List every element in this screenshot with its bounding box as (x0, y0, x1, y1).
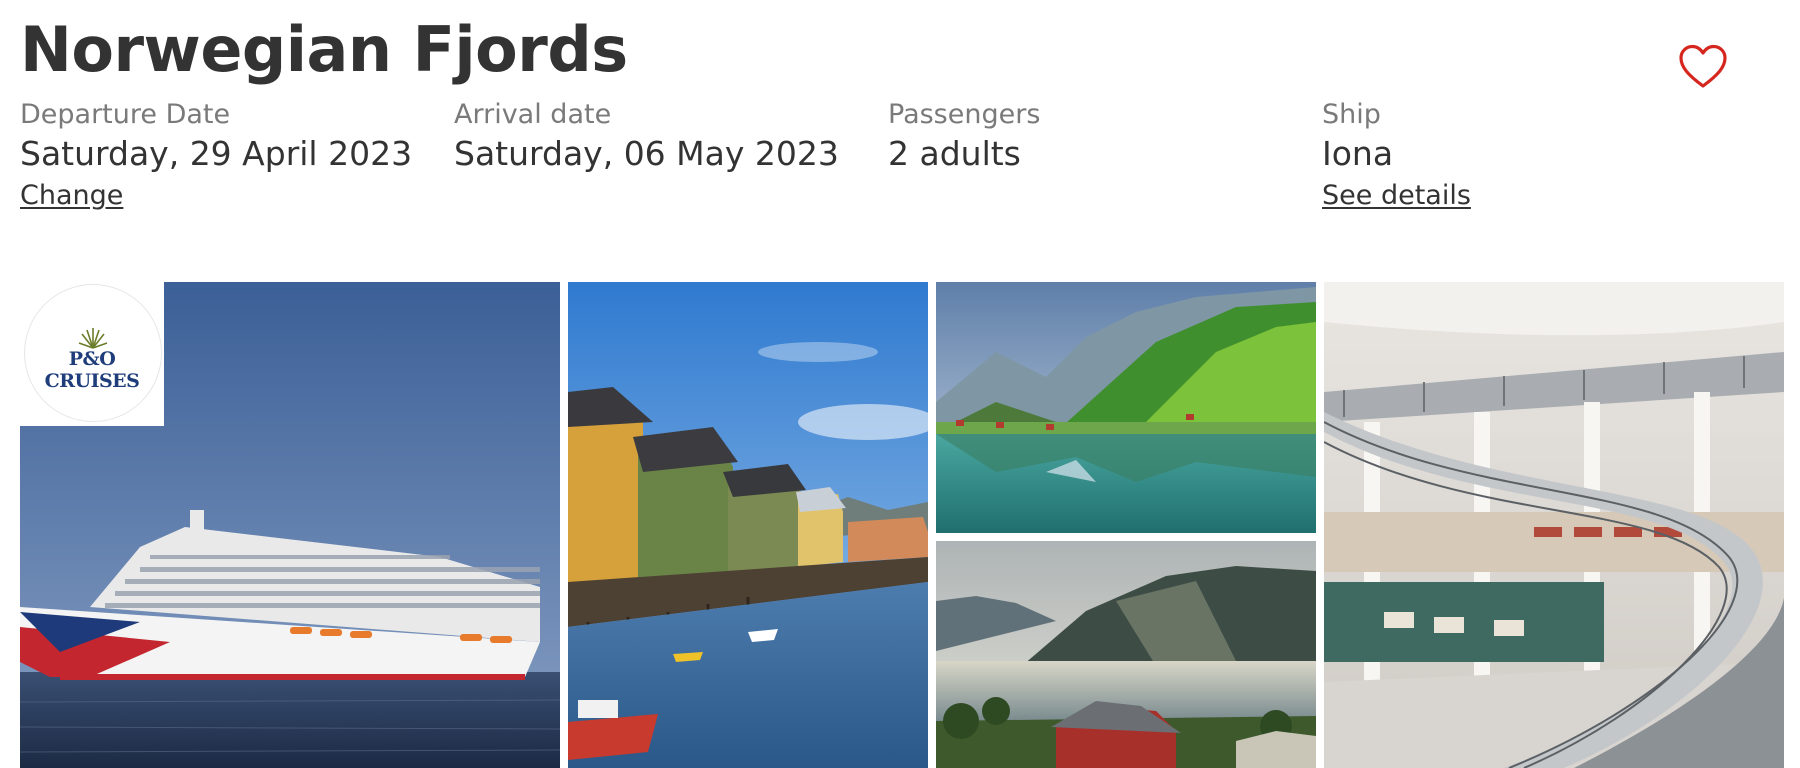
arrival-label: Arrival date (454, 99, 612, 130)
departure-info: Departure Date Saturday, 29 April 2023 C… (20, 98, 440, 211)
cruise-summary-page: Norwegian Fjords Departure Date Saturday… (0, 0, 1800, 768)
arrival-info: Arrival date Saturday, 06 May 2023 (454, 98, 874, 176)
departure-label: Departure Date (20, 99, 231, 130)
fjord-sunlight-photo (936, 541, 1316, 768)
gallery-image-fjord-sunlight[interactable] (936, 541, 1316, 768)
page-title: Norwegian Fjords (20, 13, 628, 86)
harbour-photo (568, 282, 928, 768)
arrival-value: Saturday, 06 May 2023 (454, 134, 839, 173)
ship-details-link[interactable]: See details (1322, 180, 1471, 211)
gallery-image-atrium[interactable] (1324, 282, 1784, 768)
cruise-line-logo: P&O CRUISES (20, 282, 164, 426)
passengers-value: 2 adults (888, 134, 1021, 173)
heart-icon (1679, 44, 1727, 88)
favourite-button[interactable] (1678, 44, 1728, 90)
passengers-info: Passengers 2 adults (888, 98, 1308, 176)
photo-gallery (0, 282, 1800, 768)
atrium-photo (1324, 282, 1784, 768)
gallery-image-fjord-valley[interactable] (936, 282, 1316, 533)
change-date-link[interactable]: Change (20, 180, 123, 211)
fjord-valley-photo (936, 282, 1316, 533)
logo-text: P&O CRUISES (44, 348, 140, 392)
passengers-label: Passengers (888, 99, 1041, 130)
departure-value: Saturday, 29 April 2023 (20, 134, 413, 173)
ship-value: Iona (1322, 134, 1394, 173)
ship-label: Ship (1322, 99, 1381, 130)
ship-info: Ship Iona See details (1322, 98, 1742, 211)
gallery-image-harbour[interactable] (568, 282, 928, 768)
sunburst-icon (78, 328, 108, 349)
